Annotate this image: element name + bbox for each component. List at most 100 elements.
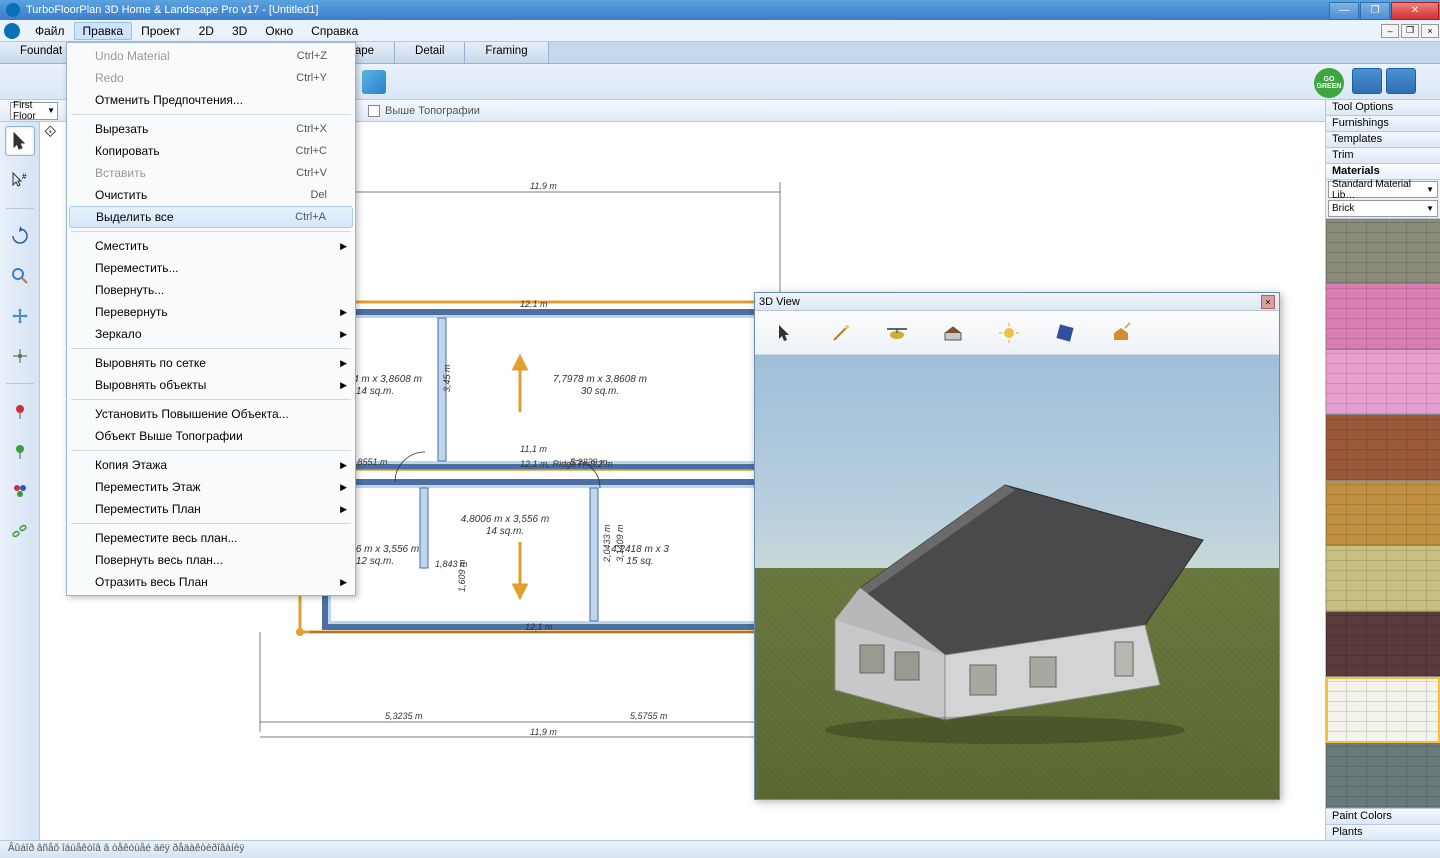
3d-select-tool[interactable] <box>771 319 799 347</box>
green-marker-tool[interactable] <box>5 436 35 466</box>
help-book-icon[interactable] <box>362 70 386 94</box>
maximize-button[interactable]: ❐ <box>1360 2 1390 20</box>
material-swatch[interactable] <box>1326 546 1440 611</box>
chain-tool[interactable] <box>5 516 35 546</box>
svg-text:2,0433 m: 2,0433 m <box>602 524 612 563</box>
menu-item[interactable]: Выделить всеCtrl+A <box>69 206 353 228</box>
menu-справка[interactable]: Справка <box>302 22 367 40</box>
menu-item[interactable]: Сместить▶ <box>67 235 355 257</box>
select-plus-tool[interactable]: # <box>5 166 35 196</box>
3d-wand-tool[interactable] <box>827 319 855 347</box>
minimize-button[interactable]: — <box>1329 2 1359 20</box>
menu-item[interactable]: Выровнять объекты▶ <box>67 374 355 396</box>
svg-text:5,5755 m: 5,5755 m <box>630 711 668 721</box>
right-tab-templates[interactable]: Templates <box>1326 132 1440 148</box>
material-category-combo[interactable]: Brick▼ <box>1328 200 1438 217</box>
material-swatch[interactable] <box>1326 219 1440 284</box>
3d-view-toolbar <box>755 311 1279 355</box>
menu-item[interactable]: Выровнять по сетке▶ <box>67 352 355 374</box>
material-library-combo[interactable]: Standard Material Lib…▼ <box>1328 181 1438 198</box>
menu-item[interactable]: ОчиститьDel <box>67 184 355 206</box>
material-swatch[interactable] <box>1326 415 1440 480</box>
3d-view-titlebar[interactable]: 3D View × <box>755 293 1279 311</box>
material-swatch[interactable] <box>1326 743 1440 808</box>
chevron-down-icon: ▼ <box>47 106 55 115</box>
close-button[interactable]: ✕ <box>1391 2 1439 20</box>
menu-item[interactable]: Переместить План▶ <box>67 498 355 520</box>
menu-item[interactable]: Перевернуть▶ <box>67 301 355 323</box>
menu-3d[interactable]: 3D <box>223 22 256 40</box>
menu-item[interactable]: Переместите весь план... <box>67 527 355 549</box>
app-icon <box>6 3 20 17</box>
menu-item[interactable]: Копия Этажа▶ <box>67 454 355 476</box>
3d-view-window[interactable]: 3D View × <box>754 292 1280 800</box>
svg-text:11,9 m: 11,9 m <box>530 181 557 191</box>
svg-text:12,1 m: 12,1 m <box>525 622 553 632</box>
3d-sun-tool[interactable] <box>995 319 1023 347</box>
3d-view-title: 3D View <box>759 296 800 308</box>
menu-проект[interactable]: Проект <box>132 22 190 40</box>
select-tool[interactable] <box>5 126 35 156</box>
svg-text:11,1 m: 11,1 m <box>520 444 547 454</box>
material-swatch[interactable] <box>1326 612 1440 677</box>
go-green-button[interactable]: GO GREEN <box>1314 68 1344 98</box>
rotate-tool[interactable] <box>5 221 35 251</box>
3d-panel-tool[interactable] <box>1051 319 1079 347</box>
right-tab-tool-options[interactable]: Tool Options <box>1326 100 1440 116</box>
material-swatch[interactable] <box>1326 481 1440 546</box>
floor-selector[interactable]: First Floor ▼ <box>10 102 58 120</box>
menu-item[interactable]: Отразить весь План▶ <box>67 571 355 593</box>
blueprint-button-2[interactable] <box>1386 68 1416 94</box>
floor-selector-value: First Floor <box>13 100 47 122</box>
menu-item[interactable]: КопироватьCtrl+C <box>67 140 355 162</box>
material-swatch[interactable] <box>1326 350 1440 415</box>
menu-item[interactable]: Повернуть весь план... <box>67 549 355 571</box>
svg-text:1,609 m: 1,609 m <box>457 559 467 592</box>
mdi-restore[interactable]: ❐ <box>1401 24 1419 38</box>
tab-framing[interactable]: Framing <box>465 42 548 63</box>
menu-item[interactable]: Отменить Предпочтения... <box>67 89 355 111</box>
pan-tool[interactable] <box>5 301 35 331</box>
checkbox-box <box>368 105 380 117</box>
zoom-tool[interactable] <box>5 261 35 291</box>
blueprint-button-1[interactable] <box>1352 68 1382 94</box>
right-tab-furnishings[interactable]: Furnishings <box>1326 116 1440 132</box>
red-marker-tool[interactable] <box>5 396 35 426</box>
right-tab-plants[interactable]: Plants <box>1326 824 1440 840</box>
3d-view-close-button[interactable]: × <box>1261 295 1275 309</box>
left-toolbar: # <box>0 122 40 840</box>
3d-house-view-tool[interactable] <box>939 319 967 347</box>
menu-item[interactable]: Повернуть... <box>67 279 355 301</box>
mdi-controls: – ❐ × <box>1380 24 1440 38</box>
menu-item: Undo MaterialCtrl+Z <box>67 45 355 67</box>
menu-правка[interactable]: Правка <box>74 22 133 40</box>
mdi-close[interactable]: × <box>1421 24 1439 38</box>
menu-item[interactable]: Установить Повышение Объекта... <box>67 403 355 425</box>
menu-item[interactable]: Зеркало▶ <box>67 323 355 345</box>
tab-detail[interactable]: Detail <box>395 42 465 63</box>
material-swatch[interactable] <box>1326 284 1440 349</box>
menu-файл[interactable]: Файл <box>26 22 74 40</box>
rendered-house <box>805 470 1225 750</box>
menu-item[interactable]: ВырезатьCtrl+X <box>67 118 355 140</box>
right-tab-trim[interactable]: Trim <box>1326 148 1440 164</box>
menu-item[interactable]: Переместить... <box>67 257 355 279</box>
3d-helicopter-tool[interactable] <box>883 319 911 347</box>
menu-окно[interactable]: Окно <box>256 22 302 40</box>
mdi-minimize[interactable]: – <box>1381 24 1399 38</box>
3d-render-viewport[interactable] <box>755 355 1279 799</box>
material-swatch[interactable] <box>1326 677 1440 742</box>
edit-menu-dropdown[interactable]: Undo MaterialCtrl+ZRedoCtrl+YОтменить Пр… <box>66 42 356 596</box>
menu-item[interactable]: Объект Выше Топографии <box>67 425 355 447</box>
menu-item: ВставитьCtrl+V <box>67 162 355 184</box>
svg-text:11,9 m: 11,9 m <box>530 727 557 737</box>
svg-text:12,1 m: 12,1 m <box>520 299 548 309</box>
above-topography-checkbox[interactable]: Выше Топографии <box>368 105 480 117</box>
add-point-tool[interactable] <box>5 341 35 371</box>
3d-home-edit-tool[interactable] <box>1107 319 1135 347</box>
menu-item[interactable]: Переместить Этаж▶ <box>67 476 355 498</box>
rgb-marker-tool[interactable] <box>5 476 35 506</box>
right-tab-paint-colors[interactable]: Paint Colors <box>1326 808 1440 824</box>
menu-2d[interactable]: 2D <box>190 22 223 40</box>
compass-icon: ⟐ <box>44 124 64 144</box>
